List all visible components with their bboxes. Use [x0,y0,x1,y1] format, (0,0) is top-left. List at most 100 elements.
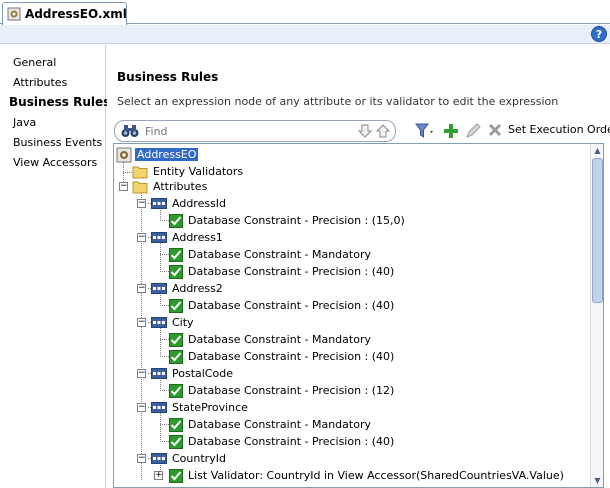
scroll-up-icon[interactable]: ▲ [592,145,603,156]
attribute-icon [151,453,167,464]
attribute-name: AddressId [172,197,227,210]
tree-root-label: AddressEO [135,148,199,161]
rule-label: Database Constraint - Precision : (15,0) [188,214,405,227]
rules-toolbar: Set Execution Order [114,120,610,142]
help-bar: ? [0,25,610,44]
tree-rule-node[interactable]: Database Constraint - Precision : (15,0) [169,212,407,229]
check-icon [169,332,183,347]
attributes-collapse-toggle[interactable]: − [119,182,128,191]
editor-tab-label: AddressEO.xml [25,7,127,21]
binoculars-icon[interactable] [121,124,139,138]
delete-icon[interactable] [486,122,504,140]
entity-object-icon [116,147,132,162]
rule-label: Database Constraint - Mandatory [188,333,371,346]
arrow-up-icon[interactable] [375,123,391,139]
tree-attribute-node[interactable]: AddressId [151,195,228,212]
tree-attribute-node[interactable]: CountryId [151,450,228,467]
editor-tab[interactable]: AddressEO.xml [2,2,127,25]
attribute-name: CountryId [172,452,226,465]
rules-tree: AddressEO Entity Validators − Attributes… [113,143,604,488]
tree-attribute-node[interactable]: PostalCode [151,365,235,382]
edit-icon[interactable] [464,122,482,140]
nav-item-business-events[interactable]: Business Events [13,135,102,150]
tree-attribute-node[interactable]: Address2 [151,280,225,297]
tree-root[interactable]: AddressEO [116,146,199,163]
attribute-collapse-toggle[interactable]: − [137,284,146,293]
help-icon[interactable]: ? [591,26,607,42]
tree-rule-node[interactable]: + List Validator: CountryId in View Acces… [154,467,566,484]
rule-label: Database Constraint - Mandatory [188,418,371,431]
check-icon [169,247,183,262]
check-icon [169,264,183,279]
nav-item-general[interactable]: General [13,55,56,70]
attribute-name: City [172,316,194,329]
tree-rule-node[interactable]: Database Constraint - Precision : (40) [169,297,396,314]
check-icon [169,434,183,449]
tree-rule-node[interactable]: Database Constraint - Precision : (40) [169,348,396,365]
rule-label: Database Constraint - Precision : (40) [188,435,395,448]
scroll-down-icon[interactable]: ▼ [592,475,603,486]
find-box [114,120,396,142]
check-icon [169,468,183,483]
attribute-icon [151,317,167,328]
tree-rule-node[interactable]: Database Constraint - Mandatory [169,416,373,433]
attribute-collapse-toggle[interactable]: − [137,369,146,378]
attribute-collapse-toggle[interactable]: − [137,454,146,463]
tree-rule-node[interactable]: Database Constraint - Precision : (40) [169,433,396,450]
attribute-icon [151,198,167,209]
attribute-icon [151,283,167,294]
rule-label: List Validator: CountryId in View Access… [188,469,564,482]
check-icon [169,417,183,432]
set-execution-order-button[interactable]: Set Execution Order [508,123,610,136]
tree-attribute-node[interactable]: City [151,314,196,331]
rule-label: Database Constraint - Precision : (40) [188,350,395,363]
xml-file-icon [7,7,21,21]
business-rules-panel: Business Rules Select an expression node… [107,45,610,488]
check-icon [169,383,183,398]
nav-item-java[interactable]: Java [13,115,36,130]
attribute-name: Address2 [172,282,223,295]
rule-label: Database Constraint - Precision : (12) [188,384,395,397]
attribute-collapse-toggle[interactable]: − [137,403,146,412]
nav-item-attributes[interactable]: Attributes [13,75,67,90]
tree-attribute-node[interactable]: Address1 [151,229,225,246]
section-title: Business Rules [117,70,219,84]
check-icon [169,298,183,313]
attributes-label: Attributes [153,180,208,193]
tree-rule-node[interactable]: Database Constraint - Precision : (40) [169,263,396,280]
tree-attributes[interactable]: Attributes [132,178,209,195]
folder-icon [132,166,148,178]
nav-item-business-rules[interactable]: Business Rules [9,95,112,110]
attribute-name: PostalCode [172,367,233,380]
attribute-icon [151,232,167,243]
attribute-collapse-toggle[interactable]: − [137,318,146,327]
folder-icon [132,181,148,193]
check-icon [169,349,183,364]
check-icon [169,213,183,228]
tree-attribute-node[interactable]: StateProvince [151,399,250,416]
nav-item-view-accessors[interactable]: View Accessors [13,155,97,170]
expand-toggle[interactable]: + [154,471,163,480]
tree-rule-node[interactable]: Database Constraint - Precision : (12) [169,382,396,399]
attribute-collapse-toggle[interactable]: − [137,233,146,242]
entity-validators-label: Entity Validators [153,165,244,178]
add-icon[interactable] [442,122,460,140]
tree-vertical-scrollbar[interactable]: ▲ ▼ [590,144,603,487]
rule-label: Database Constraint - Mandatory [188,248,371,261]
rule-label: Database Constraint - Precision : (40) [188,299,395,312]
attribute-name: StateProvince [172,401,248,414]
scroll-thumb[interactable] [592,158,603,303]
editor-tab-bar: AddressEO.xml [0,0,610,25]
tree-rule-node[interactable]: Database Constraint - Mandatory [169,246,373,263]
filter-icon[interactable] [414,122,436,140]
rule-label: Database Constraint - Precision : (40) [188,265,395,278]
find-input[interactable] [145,124,345,138]
arrow-down-icon[interactable] [357,123,373,139]
tree-rule-node[interactable]: Database Constraint - Mandatory [169,331,373,348]
section-description: Select an expression node of any attribu… [117,95,559,108]
attribute-collapse-toggle[interactable]: − [137,199,146,208]
editor-navigation: General Attributes Business Rules Java B… [0,45,110,488]
attribute-icon [151,368,167,379]
attribute-icon [151,402,167,413]
attribute-name: Address1 [172,231,223,244]
